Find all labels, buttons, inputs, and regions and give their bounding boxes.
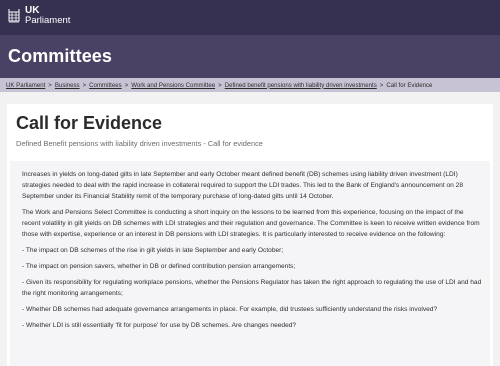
uk-parliament-logo[interactable]: UK Parliament xyxy=(7,6,70,26)
breadcrumb: UK Parliament > Business > Committees > … xyxy=(0,78,500,92)
breadcrumb-current: Call for Evidence xyxy=(386,81,433,89)
breadcrumb-separator-icon: > xyxy=(124,81,129,89)
logo-wordmark: UK Parliament xyxy=(25,6,70,26)
bullet-item: - The impact on pension savers, whether … xyxy=(22,263,296,270)
body-paragraph: The Work and Pensions Select Committee i… xyxy=(22,209,480,238)
section-title[interactable]: Committees xyxy=(8,46,112,67)
breadcrumb-separator-icon: > xyxy=(218,81,222,89)
breadcrumb-separator-icon: > xyxy=(82,81,87,89)
breadcrumb-link-work-and-pensions[interactable]: Work and Pensions Committee xyxy=(131,82,215,89)
content-card: Call for Evidence Defined Benefit pensio… xyxy=(7,104,493,366)
bullet-item: - Whether LDI is still essentially 'fit … xyxy=(22,322,297,329)
breadcrumb-link-committees[interactable]: Committees xyxy=(89,82,122,89)
breadcrumb-link-uk-parliament[interactable]: UK Parliament xyxy=(6,82,45,89)
breadcrumb-link-business[interactable]: Business xyxy=(55,82,80,89)
logo-line2: Parliament xyxy=(25,15,71,26)
breadcrumb-separator-icon: > xyxy=(379,81,384,89)
bullet-item: - The impact on DB schemes of the rise i… xyxy=(22,247,284,254)
breadcrumb-separator-icon: > xyxy=(48,81,52,89)
evidence-body: Increases in yields on long-dated gilts … xyxy=(10,161,490,366)
page-title: Call for Evidence xyxy=(16,113,163,133)
page-subtitle: Defined Benefit pensions with liability … xyxy=(16,139,263,148)
section-header: Committees xyxy=(0,35,500,78)
bullet-item: - Given its responsibility for regulatin… xyxy=(22,279,482,297)
body-paragraph: Increases in yields on long-dated gilts … xyxy=(22,171,463,200)
breadcrumb-link-inquiry[interactable]: Defined benefit pensions with liability … xyxy=(225,82,377,89)
portcullis-icon xyxy=(8,9,20,23)
bullet-item: - Whether DB schemes had adequate govern… xyxy=(22,306,438,313)
top-bar: UK Parliament xyxy=(0,0,500,35)
